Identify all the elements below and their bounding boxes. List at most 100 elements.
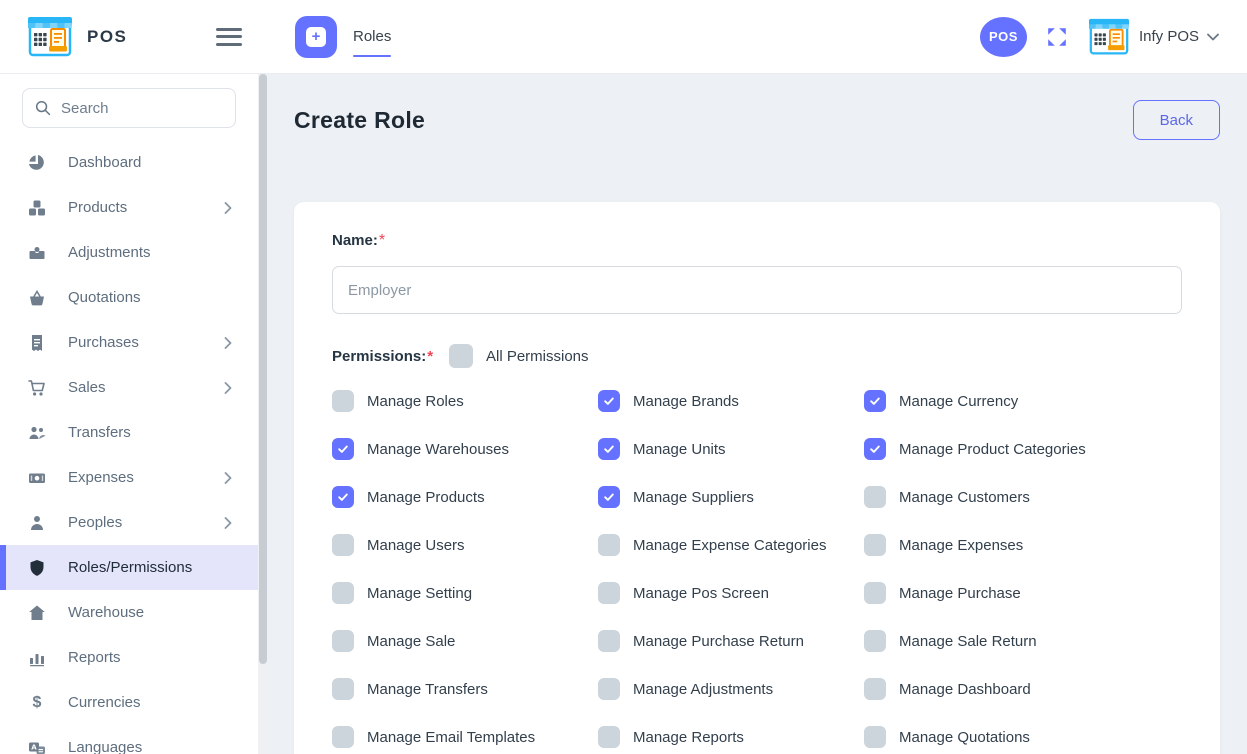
receipt-icon [28,334,46,352]
scrollbar-thumb[interactable] [259,74,267,664]
active-tab-underline [353,55,391,57]
checkbox-icon [598,678,620,700]
checkbox-icon [598,486,620,508]
checkbox-icon [864,630,886,652]
permission-checkbox[interactable]: Manage Reports [598,726,864,748]
permission-checkbox[interactable]: Manage Adjustments [598,678,864,700]
checkbox-icon [598,726,620,748]
page-title: Create Role [294,107,425,134]
permission-checkbox[interactable]: Manage Purchase [864,582,1182,604]
profile-menu[interactable]: Infy POS [1087,17,1219,57]
permission-checkbox[interactable]: Manage Setting [332,582,598,604]
create-role-card: Name:* Permissions:* All Permissions Man… [294,202,1220,754]
required-marker: * [379,232,385,249]
permission-checkbox[interactable]: Manage Dashboard [864,678,1182,700]
name-label: Name: [332,232,378,249]
permission-checkbox[interactable]: Manage Email Templates [332,726,598,748]
sidebar-item-quotations[interactable]: Quotations [0,275,258,320]
search-input[interactable] [61,100,223,117]
checkbox-icon [332,486,354,508]
role-name-input[interactable] [332,266,1182,314]
permission-checkbox[interactable]: Manage Brands [598,390,864,412]
sidebar-scrollbar[interactable] [258,74,268,754]
people-transfer-icon [28,424,46,442]
pos-screen-button[interactable]: POS [980,17,1027,57]
permission-checkbox[interactable]: Manage Roles [332,390,598,412]
permission-checkbox[interactable]: Manage Expenses [864,534,1182,556]
sidebar-item-languages[interactable]: A Languages [0,725,258,754]
app-logo-icon [26,15,74,59]
home-icon [28,604,46,622]
sidebar-item-purchases[interactable]: Purchases [0,320,258,365]
permission-checkbox[interactable]: Manage Expense Categories [598,534,864,556]
checkbox-icon [332,582,354,604]
shield-icon [28,559,46,577]
checkbox-icon [332,678,354,700]
permission-checkbox[interactable]: Manage Products [332,486,598,508]
new-tab-button[interactable]: + [295,16,337,58]
sidebar-item-reports[interactable]: Reports [0,635,258,680]
sidebar-item-transfers[interactable]: Transfers [0,410,258,455]
cart-icon [28,379,46,397]
sidebar-item-roles-permissions[interactable]: Roles/Permissions [0,545,258,590]
all-permissions-checkbox[interactable]: All Permissions [449,344,589,368]
permission-checkbox[interactable]: Manage Units [598,438,864,460]
checkbox-icon [449,344,473,368]
dashboard-icon [28,154,46,172]
person-icon [28,514,46,532]
sidebar-item-warehouse[interactable]: Warehouse [0,590,258,635]
header-actions: POS Infy POS [980,17,1247,57]
back-button[interactable]: Back [1133,100,1220,140]
checkbox-icon [864,438,886,460]
permissions-label: Permissions:* [332,348,449,365]
checkbox-icon [598,390,620,412]
permission-checkbox[interactable]: Manage Warehouses [332,438,598,460]
checkbox-icon [332,726,354,748]
permission-checkbox[interactable]: Manage Sale [332,630,598,652]
chevron-right-icon [224,382,232,394]
permission-checkbox[interactable]: Manage Currency [864,390,1182,412]
dollar-icon: $ [28,694,46,712]
main-content: Create Role Back Name:* Permissions:* Al… [268,74,1247,754]
chevron-down-icon [1207,33,1219,41]
tab-roles[interactable]: Roles [353,0,391,73]
checkbox-icon [332,438,354,460]
hamburger-menu-icon[interactable] [216,23,242,50]
sidebar-item-dashboard[interactable]: Dashboard [0,140,258,185]
checkbox-icon [598,582,620,604]
permissions-grid: Manage Roles Manage Brands Manage Curren… [332,390,1182,748]
chevron-right-icon [224,472,232,484]
profile-avatar [1087,17,1131,57]
plus-icon: + [306,27,326,47]
permission-checkbox[interactable]: Manage Transfers [332,678,598,700]
products-icon [28,199,46,217]
checkbox-icon [864,534,886,556]
permission-checkbox[interactable]: Manage Suppliers [598,486,864,508]
permission-checkbox[interactable]: Manage Users [332,534,598,556]
permission-checkbox[interactable]: Manage Quotations [864,726,1182,748]
app-window: POS + Roles POS Infy POS [0,0,1247,754]
sidebar-item-adjustments[interactable]: Adjustments [0,230,258,275]
permission-checkbox[interactable]: Manage Sale Return [864,630,1182,652]
permission-checkbox[interactable]: Manage Purchase Return [598,630,864,652]
sidebar-item-sales[interactable]: Sales [0,365,258,410]
chevron-right-icon [224,517,232,529]
chevron-right-icon [224,202,232,214]
checkbox-icon [864,582,886,604]
sidebar-item-expenses[interactable]: Expenses [0,455,258,500]
checkbox-icon [598,630,620,652]
sidebar-item-currencies[interactable]: $ Currencies [0,680,258,725]
checkbox-icon [598,534,620,556]
sidebar-item-peoples[interactable]: Peoples [0,500,258,545]
sidebar-nav: Dashboard Products Adjustments Quotation… [0,140,258,754]
brand-name: POS [87,27,127,47]
checkbox-icon [864,678,886,700]
checkbox-icon [598,438,620,460]
sidebar-search [22,88,236,128]
permission-checkbox[interactable]: Manage Pos Screen [598,582,864,604]
permission-checkbox[interactable]: Manage Product Categories [864,438,1182,460]
fullscreen-icon[interactable] [1046,26,1068,48]
profile-name: Infy POS [1139,28,1199,45]
permission-checkbox[interactable]: Manage Customers [864,486,1182,508]
sidebar-item-products[interactable]: Products [0,185,258,230]
